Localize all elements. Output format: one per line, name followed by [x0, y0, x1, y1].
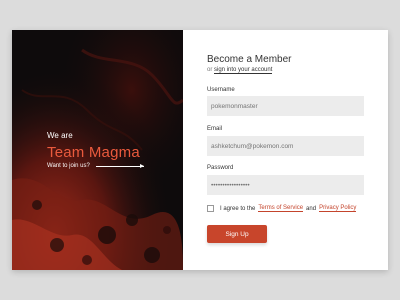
signin-prefix: or	[207, 67, 213, 73]
terms-row: I agree to the Terms of Service and Priv…	[207, 205, 359, 212]
privacy-link[interactable]: Privacy Policy	[319, 205, 357, 212]
password-label: Password	[207, 165, 234, 171]
username-label: Username	[207, 87, 235, 93]
join-link[interactable]: Want to join us?	[47, 163, 144, 169]
terms-prefix: I agree to the	[220, 205, 256, 212]
hero-text: We are Team Magma Want to join us?	[47, 131, 144, 169]
signup-form: Become a Member or sign into your accoun…	[183, 30, 388, 270]
join-link-label[interactable]: Want to join us?	[47, 163, 90, 169]
signin-link[interactable]: sign into your account	[214, 67, 273, 74]
greeting-text: We are	[47, 131, 73, 140]
signin-row: or sign into your account	[207, 67, 273, 74]
username-field[interactable]	[207, 96, 364, 116]
email-field[interactable]	[207, 136, 364, 156]
team-name: Team Magma	[47, 144, 140, 161]
password-field[interactable]	[207, 175, 364, 195]
signup-card: We are Team Magma Want to join us? Becom…	[12, 30, 388, 270]
terms-and: and	[306, 205, 317, 212]
form-title: Become a Member	[207, 54, 292, 65]
terms-checkbox[interactable]	[207, 205, 214, 212]
email-label: Email	[207, 126, 223, 132]
arrow-right-icon[interactable]	[95, 163, 144, 168]
terms-link[interactable]: Terms of Service	[258, 205, 304, 212]
signup-button[interactable]: Sign Up	[207, 225, 267, 243]
hero-panel: We are Team Magma Want to join us?	[12, 30, 183, 270]
